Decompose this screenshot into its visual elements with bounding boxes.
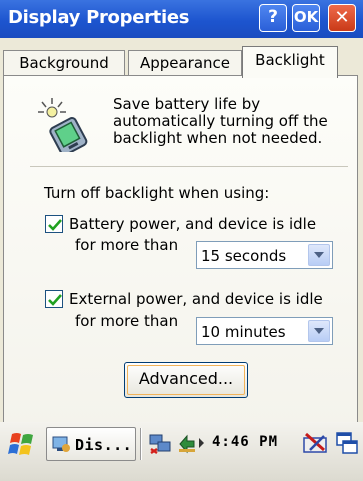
- chevron-down-icon[interactable]: [308, 244, 330, 266]
- ok-button[interactable]: OK: [292, 4, 320, 32]
- help-button[interactable]: ?: [259, 4, 287, 32]
- display-task-icon: [52, 436, 70, 452]
- checkmark-icon: [48, 219, 62, 231]
- section-divider: [30, 166, 348, 167]
- section-label: Turn off backlight when using:: [44, 184, 270, 202]
- tab-background[interactable]: Background: [3, 50, 125, 76]
- backlight-device-icon: [38, 98, 88, 152]
- external-timeout-select[interactable]: 10 minutes: [196, 317, 333, 345]
- clock[interactable]: 4:46 PM: [212, 434, 278, 450]
- battery-checkbox[interactable]: [45, 215, 63, 233]
- external-for-label: for more than: [75, 312, 179, 330]
- tab-strip: Background Appearance Backlight: [0, 38, 363, 78]
- taskbar: Dis... 4:46 PM: [0, 422, 363, 481]
- windows-icon[interactable]: [334, 430, 360, 456]
- display-task-button[interactable]: Dis...: [46, 427, 136, 461]
- network-tray-icon[interactable]: [148, 431, 174, 455]
- tab-appearance[interactable]: Appearance: [128, 50, 242, 76]
- battery-for-label: for more than: [75, 236, 179, 254]
- battery-label: Battery power, and device is idle: [69, 215, 317, 233]
- sync-tray-icon[interactable]: [176, 432, 198, 454]
- tray-expand-icon[interactable]: [199, 438, 204, 448]
- battery-timeout-value: 15 seconds: [201, 247, 287, 265]
- window-title: Display Properties: [8, 7, 190, 28]
- taskbar-divider: [140, 428, 142, 460]
- external-label: External power, and device is idle: [69, 290, 323, 308]
- keyboard-icon[interactable]: [302, 430, 328, 456]
- battery-timeout-select[interactable]: 15 seconds: [196, 241, 333, 269]
- start-flag-icon[interactable]: [8, 430, 38, 458]
- title-bar: Display Properties ? OK ✕: [0, 0, 363, 38]
- close-button[interactable]: ✕: [328, 4, 356, 32]
- advanced-button[interactable]: Advanced...: [124, 362, 248, 398]
- chevron-down-icon[interactable]: [308, 320, 330, 342]
- task-label: Dis...: [75, 436, 133, 454]
- external-timeout-value: 10 minutes: [201, 323, 286, 341]
- tab-backlight[interactable]: Backlight: [242, 46, 338, 78]
- backlight-description: Save battery life by automatically turni…: [113, 95, 328, 147]
- checkmark-icon: [48, 294, 62, 306]
- external-checkbox[interactable]: [45, 290, 63, 308]
